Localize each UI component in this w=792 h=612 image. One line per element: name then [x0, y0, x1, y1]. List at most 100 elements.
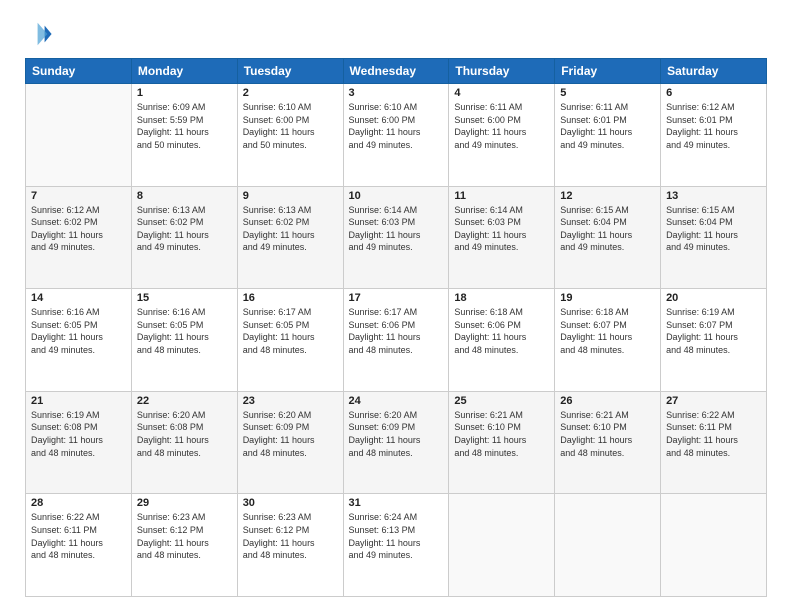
calendar-cell [661, 494, 767, 597]
day-info: Sunrise: 6:23 AM Sunset: 6:12 PM Dayligh… [137, 511, 232, 561]
calendar-cell: 13 Sunrise: 6:15 AM Sunset: 6:04 PM Dayli… [661, 186, 767, 289]
calendar-cell: 6 Sunrise: 6:12 AM Sunset: 6:01 PM Daylig… [661, 84, 767, 187]
calendar-cell: 30 Sunrise: 6:23 AM Sunset: 6:12 PM Dayli… [237, 494, 343, 597]
calendar-cell: 21 Sunrise: 6:19 AM Sunset: 6:08 PM Dayli… [26, 391, 132, 494]
day-info: Sunrise: 6:20 AM Sunset: 6:09 PM Dayligh… [349, 409, 444, 459]
calendar-cell: 31Sunrise: 6:24 AM Sunset: 6:13 PM Dayli… [343, 494, 449, 597]
day-info: Sunrise: 6:22 AM Sunset: 6:11 PM Dayligh… [31, 511, 126, 561]
calendar-table: SundayMondayTuesdayWednesdayThursdayFrid… [25, 58, 767, 597]
logo-icon [25, 20, 53, 48]
calendar-cell: 15Sunrise: 6:16 AM Sunset: 6:05 PM Dayli… [131, 289, 237, 392]
calendar-cell: 18 Sunrise: 6:18 AM Sunset: 6:06 PM Dayli… [449, 289, 555, 392]
day-info: Sunrise: 6:20 AM Sunset: 6:09 PM Dayligh… [243, 409, 338, 459]
day-info: Sunrise: 6:10 AM Sunset: 6:00 PM Dayligh… [243, 101, 338, 151]
day-info: Sunrise: 6:09 AM Sunset: 5:59 PM Dayligh… [137, 101, 232, 151]
calendar-week-3: 14 Sunrise: 6:16 AM Sunset: 6:05 PM Dayli… [26, 289, 767, 392]
day-info: Sunrise: 6:16 AM Sunset: 6:05 PM Dayligh… [31, 306, 126, 356]
calendar-header-thursday: Thursday [449, 59, 555, 84]
day-info: Sunrise: 6:17 AM Sunset: 6:05 PM Dayligh… [243, 306, 338, 356]
calendar-cell: 19 Sunrise: 6:18 AM Sunset: 6:07 PM Dayli… [555, 289, 661, 392]
calendar-cell: 10Sunrise: 6:14 AM Sunset: 6:03 PM Dayli… [343, 186, 449, 289]
day-info: Sunrise: 6:15 AM Sunset: 6:04 PM Dayligh… [560, 204, 655, 254]
calendar-header-sunday: Sunday [26, 59, 132, 84]
calendar-week-1: 1Sunrise: 6:09 AM Sunset: 5:59 PM Daylig… [26, 84, 767, 187]
day-number: 7 [31, 190, 126, 202]
day-number: 9 [243, 190, 338, 202]
header [25, 20, 767, 48]
calendar-cell: 29 Sunrise: 6:23 AM Sunset: 6:12 PM Dayli… [131, 494, 237, 597]
day-info: Sunrise: 6:14 AM Sunset: 6:03 PM Dayligh… [349, 204, 444, 254]
day-number: 15 [137, 292, 232, 304]
day-info: Sunrise: 6:12 AM Sunset: 6:01 PM Dayligh… [666, 101, 761, 151]
calendar-cell: 7 Sunrise: 6:12 AM Sunset: 6:02 PM Daylig… [26, 186, 132, 289]
calendar-week-5: 28 Sunrise: 6:22 AM Sunset: 6:11 PM Dayli… [26, 494, 767, 597]
calendar-cell [26, 84, 132, 187]
day-number: 5 [560, 87, 655, 99]
day-number: 24 [349, 395, 444, 407]
day-number: 19 [560, 292, 655, 304]
day-number: 23 [243, 395, 338, 407]
day-info: Sunrise: 6:10 AM Sunset: 6:00 PM Dayligh… [349, 101, 444, 151]
day-number: 30 [243, 497, 338, 509]
day-info: Sunrise: 6:11 AM Sunset: 6:01 PM Dayligh… [560, 101, 655, 151]
day-info: Sunrise: 6:21 AM Sunset: 6:10 PM Dayligh… [560, 409, 655, 459]
day-number: 21 [31, 395, 126, 407]
day-info: Sunrise: 6:22 AM Sunset: 6:11 PM Dayligh… [666, 409, 761, 459]
calendar-cell: 3 Sunrise: 6:10 AM Sunset: 6:00 PM Daylig… [343, 84, 449, 187]
day-number: 12 [560, 190, 655, 202]
day-info: Sunrise: 6:23 AM Sunset: 6:12 PM Dayligh… [243, 511, 338, 561]
day-info: Sunrise: 6:17 AM Sunset: 6:06 PM Dayligh… [349, 306, 444, 356]
day-number: 8 [137, 190, 232, 202]
day-number: 28 [31, 497, 126, 509]
calendar-week-4: 21 Sunrise: 6:19 AM Sunset: 6:08 PM Dayli… [26, 391, 767, 494]
day-info: Sunrise: 6:12 AM Sunset: 6:02 PM Dayligh… [31, 204, 126, 254]
day-number: 13 [666, 190, 761, 202]
calendar-cell: 23 Sunrise: 6:20 AM Sunset: 6:09 PM Dayli… [237, 391, 343, 494]
day-number: 20 [666, 292, 761, 304]
calendar-cell: 27Sunrise: 6:22 AM Sunset: 6:11 PM Dayli… [661, 391, 767, 494]
calendar-week-2: 7 Sunrise: 6:12 AM Sunset: 6:02 PM Daylig… [26, 186, 767, 289]
day-number: 11 [454, 190, 549, 202]
calendar-cell: 4Sunrise: 6:11 AM Sunset: 6:00 PM Daylig… [449, 84, 555, 187]
calendar-cell: 9 Sunrise: 6:13 AM Sunset: 6:02 PM Daylig… [237, 186, 343, 289]
calendar-cell: 2 Sunrise: 6:10 AM Sunset: 6:00 PM Daylig… [237, 84, 343, 187]
calendar-header-saturday: Saturday [661, 59, 767, 84]
day-number: 26 [560, 395, 655, 407]
day-info: Sunrise: 6:14 AM Sunset: 6:03 PM Dayligh… [454, 204, 549, 254]
calendar-cell: 20 Sunrise: 6:19 AM Sunset: 6:07 PM Dayli… [661, 289, 767, 392]
day-info: Sunrise: 6:13 AM Sunset: 6:02 PM Dayligh… [243, 204, 338, 254]
calendar-header-monday: Monday [131, 59, 237, 84]
calendar-header-row: SundayMondayTuesdayWednesdayThursdayFrid… [26, 59, 767, 84]
calendar-cell: 24 Sunrise: 6:20 AM Sunset: 6:09 PM Dayli… [343, 391, 449, 494]
day-number: 2 [243, 87, 338, 99]
calendar-cell: 22 Sunrise: 6:20 AM Sunset: 6:08 PM Dayli… [131, 391, 237, 494]
calendar-cell: 8 Sunrise: 6:13 AM Sunset: 6:02 PM Daylig… [131, 186, 237, 289]
day-info: Sunrise: 6:18 AM Sunset: 6:06 PM Dayligh… [454, 306, 549, 356]
day-number: 6 [666, 87, 761, 99]
day-number: 29 [137, 497, 232, 509]
day-info: Sunrise: 6:18 AM Sunset: 6:07 PM Dayligh… [560, 306, 655, 356]
calendar-cell: 25Sunrise: 6:21 AM Sunset: 6:10 PM Dayli… [449, 391, 555, 494]
day-info: Sunrise: 6:19 AM Sunset: 6:08 PM Dayligh… [31, 409, 126, 459]
calendar-header-wednesday: Wednesday [343, 59, 449, 84]
day-number: 4 [454, 87, 549, 99]
calendar-cell: 17 Sunrise: 6:17 AM Sunset: 6:06 PM Dayli… [343, 289, 449, 392]
day-info: Sunrise: 6:20 AM Sunset: 6:08 PM Dayligh… [137, 409, 232, 459]
day-number: 22 [137, 395, 232, 407]
calendar-cell: 1Sunrise: 6:09 AM Sunset: 5:59 PM Daylig… [131, 84, 237, 187]
calendar-header-friday: Friday [555, 59, 661, 84]
day-info: Sunrise: 6:13 AM Sunset: 6:02 PM Dayligh… [137, 204, 232, 254]
day-number: 3 [349, 87, 444, 99]
day-number: 18 [454, 292, 549, 304]
calendar-cell [555, 494, 661, 597]
day-info: Sunrise: 6:19 AM Sunset: 6:07 PM Dayligh… [666, 306, 761, 356]
day-number: 17 [349, 292, 444, 304]
day-number: 25 [454, 395, 549, 407]
calendar-cell: 16Sunrise: 6:17 AM Sunset: 6:05 PM Dayli… [237, 289, 343, 392]
calendar-cell: 28 Sunrise: 6:22 AM Sunset: 6:11 PM Dayli… [26, 494, 132, 597]
calendar-cell: 11 Sunrise: 6:14 AM Sunset: 6:03 PM Dayli… [449, 186, 555, 289]
calendar-cell [449, 494, 555, 597]
day-number: 14 [31, 292, 126, 304]
day-info: Sunrise: 6:24 AM Sunset: 6:13 PM Dayligh… [349, 511, 444, 561]
day-info: Sunrise: 6:15 AM Sunset: 6:04 PM Dayligh… [666, 204, 761, 254]
